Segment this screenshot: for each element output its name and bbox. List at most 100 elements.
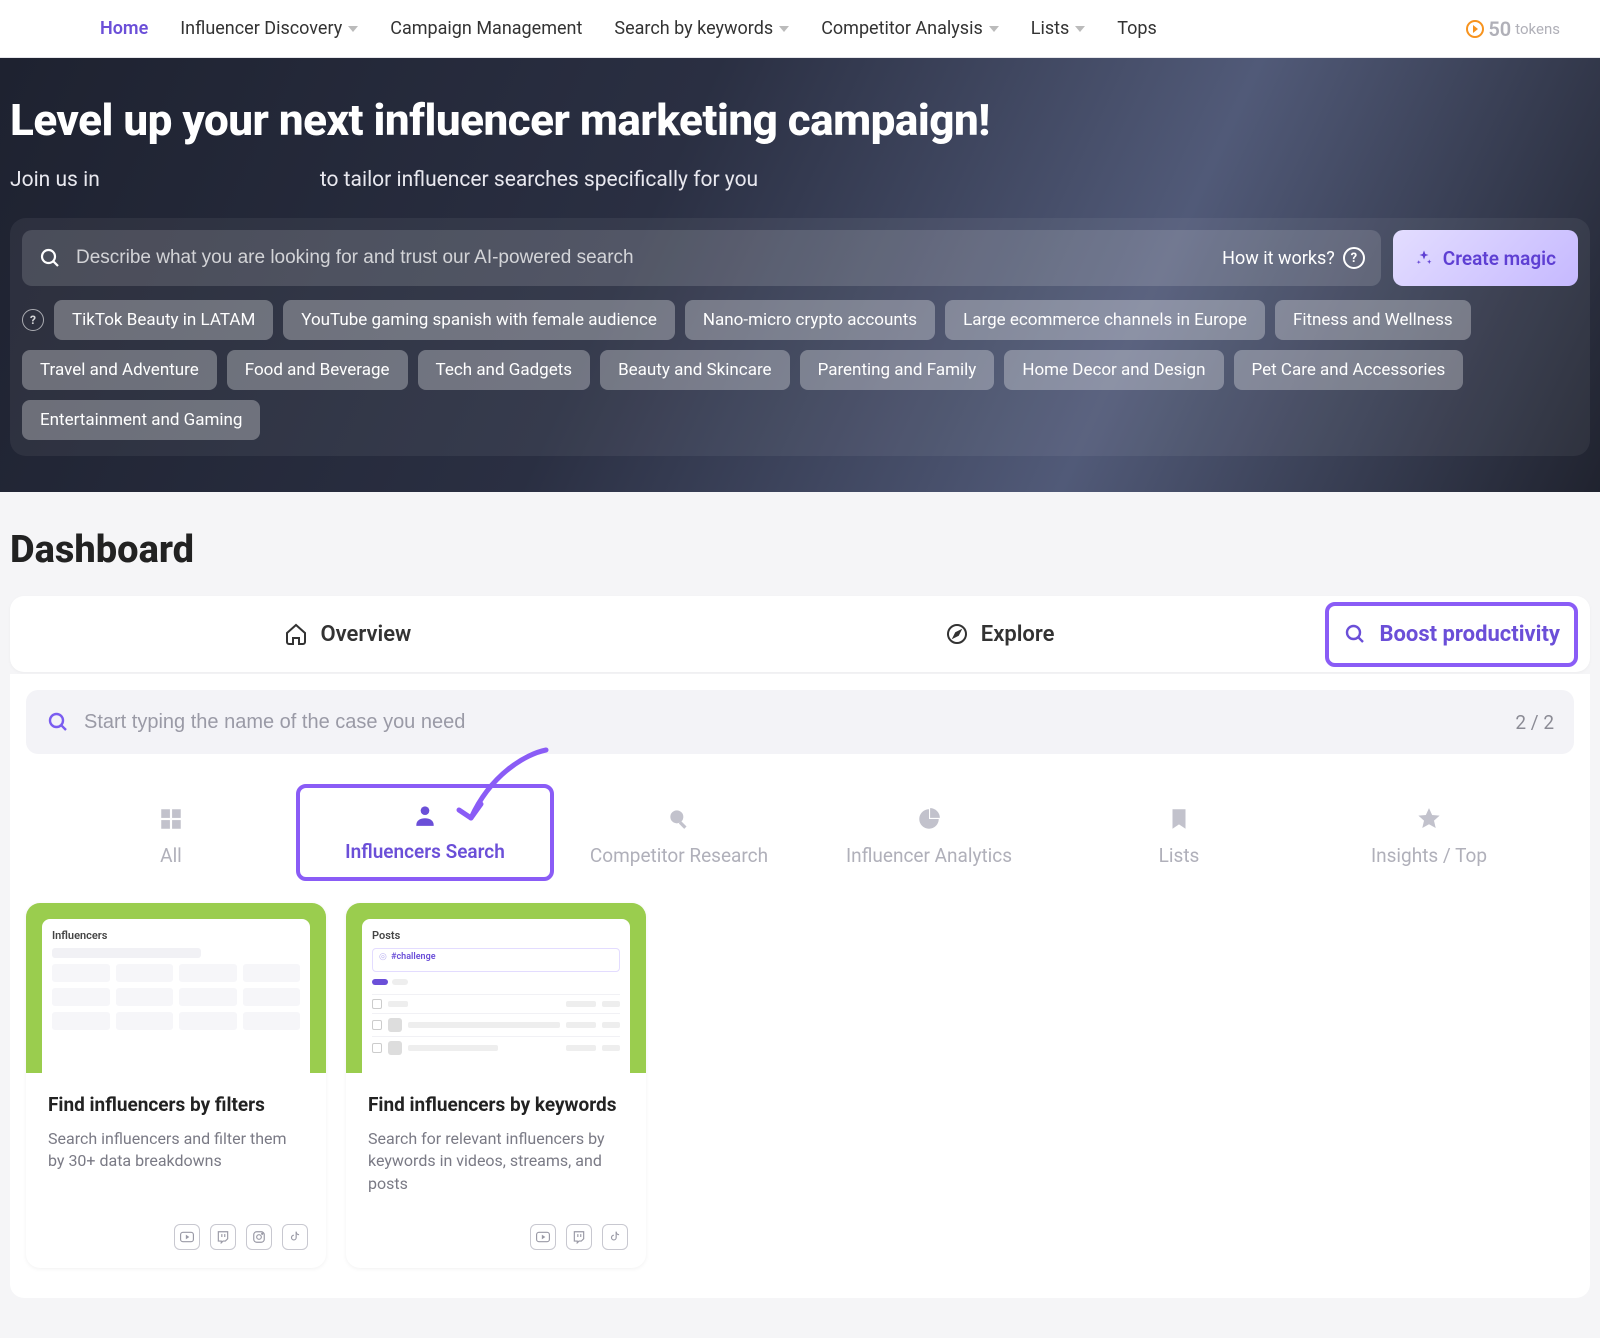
chip[interactable]: Entertainment and Gaming <box>22 400 260 440</box>
case-search-box[interactable]: 2 / 2 <box>26 690 1574 754</box>
card-platforms <box>26 1218 326 1268</box>
category-label: All <box>160 844 182 867</box>
cards-row: Influencers Find influencers by filters … <box>26 903 1574 1268</box>
hero-subtitle: Join us in to tailor influencer searches… <box>10 168 1590 192</box>
how-it-works-label: How it works? <box>1222 248 1335 269</box>
category-row: All Influencers Search Competitor Resear… <box>26 768 1574 891</box>
compass-icon <box>945 622 969 646</box>
category-label: Influencers Search <box>345 840 505 863</box>
card-desc: Search for relevant influencers by keywo… <box>368 1128 624 1200</box>
chip[interactable]: Nano-micro crypto accounts <box>685 300 935 340</box>
youtube-icon <box>174 1224 200 1250</box>
category-influencer-analytics[interactable]: Influencer Analytics <box>804 792 1054 881</box>
category-insights-top[interactable]: Insights / Top <box>1304 792 1554 881</box>
nav-search-keywords[interactable]: Search by keywords <box>614 18 789 39</box>
nav-influencer-discovery[interactable]: Influencer Discovery <box>180 18 358 39</box>
tab-label: Explore <box>981 622 1055 647</box>
help-icon: ? <box>1343 247 1365 269</box>
search-icon <box>38 246 62 270</box>
hero-title: Level up your next influencer marketing … <box>10 94 1590 146</box>
dashboard-tabbar: Overview Explore Boost productivity <box>10 596 1590 672</box>
case-count: 2 / 2 <box>1515 711 1554 734</box>
tokens-count: 50 <box>1488 17 1511 41</box>
bookmark-icon <box>1166 806 1192 832</box>
nav-competitor-analysis[interactable]: Competitor Analysis <box>821 18 999 39</box>
chip[interactable]: Large ecommerce channels in Europe <box>945 300 1265 340</box>
chip[interactable]: YouTube gaming spanish with female audie… <box>283 300 675 340</box>
case-search-input[interactable] <box>84 711 1501 734</box>
hero: Level up your next influencer marketing … <box>0 58 1600 492</box>
productivity-panel: 2 / 2 All Influencers Search Competitor … <box>10 674 1590 1298</box>
home-icon <box>284 622 308 646</box>
chip[interactable]: Home Decor and Design <box>1004 350 1223 390</box>
hero-sub-right: to tailor influencer searches specifical… <box>320 168 758 192</box>
tab-label: Overview <box>320 622 411 647</box>
chip[interactable]: Pet Care and Accessories <box>1234 350 1464 390</box>
category-competitor-research[interactable]: Competitor Research <box>554 792 804 881</box>
category-label: Lists <box>1159 844 1200 867</box>
tab-overview[interactable]: Overview <box>22 622 674 647</box>
nav-label: Home <box>100 18 148 39</box>
tokens-label: tokens <box>1515 20 1560 38</box>
thumb-heading: Posts <box>372 929 620 942</box>
token-icon <box>1466 20 1484 38</box>
create-magic-button[interactable]: Create magic <box>1393 230 1578 286</box>
chevron-down-icon <box>989 26 999 32</box>
nav-label: Lists <box>1031 18 1070 39</box>
twitch-icon <box>566 1224 592 1250</box>
nav-links: Home Influencer Discovery Campaign Manag… <box>100 18 1157 39</box>
chips-help-icon[interactable]: ? <box>22 309 44 331</box>
category-influencers-search[interactable]: Influencers Search <box>296 784 554 881</box>
category-lists[interactable]: Lists <box>1054 792 1304 881</box>
chip[interactable]: Food and Beverage <box>227 350 408 390</box>
chip[interactable]: Fitness and Wellness <box>1275 300 1471 340</box>
chip[interactable]: Parenting and Family <box>800 350 995 390</box>
search-icon <box>1343 622 1367 646</box>
chip[interactable]: Beauty and Skincare <box>600 350 789 390</box>
ai-search-input[interactable] <box>76 247 1208 269</box>
chevron-down-icon <box>1075 26 1085 32</box>
chevron-down-icon <box>348 26 358 32</box>
chip-row: ? TikTok Beauty in LATAM YouTube gaming … <box>22 300 1578 440</box>
tab-explore[interactable]: Explore <box>674 622 1326 647</box>
nav-label: Influencer Discovery <box>180 18 342 39</box>
tiktok-icon <box>282 1224 308 1250</box>
search-icon <box>46 710 70 734</box>
card-thumb: Posts ◎ #challenge <box>346 903 646 1073</box>
chip[interactable]: Travel and Adventure <box>22 350 217 390</box>
hero-search-wrap: How it works? ? Create magic ? TikTok Be… <box>10 218 1590 456</box>
sparkle-icon <box>1415 249 1433 267</box>
card-title: Find influencers by keywords <box>368 1093 624 1116</box>
tab-boost-productivity[interactable]: Boost productivity <box>1325 602 1578 667</box>
search-icon <box>666 806 692 832</box>
chip[interactable]: Tech and Gadgets <box>418 350 591 390</box>
nav-home[interactable]: Home <box>100 18 148 39</box>
dashboard-title: Dashboard <box>10 528 1590 572</box>
card-platforms <box>346 1218 646 1268</box>
category-all[interactable]: All <box>46 792 296 881</box>
category-label: Insights / Top <box>1371 844 1487 867</box>
nav-tops[interactable]: Tops <box>1117 18 1157 39</box>
nav-label: Tops <box>1117 18 1157 39</box>
category-label: Competitor Research <box>590 844 768 867</box>
nav-campaign-management[interactable]: Campaign Management <box>390 18 582 39</box>
card-title: Find influencers by filters <box>48 1093 304 1116</box>
pie-icon <box>916 806 942 832</box>
thumb-heading: Influencers <box>52 929 300 942</box>
tokens-indicator[interactable]: 50 tokens <box>1466 17 1560 41</box>
boost-highlight: Boost productivity <box>1325 602 1578 667</box>
dashboard: Dashboard Overview Explore Boost product… <box>0 492 1600 1338</box>
tiktok-icon <box>602 1224 628 1250</box>
card-thumb: Influencers <box>26 903 326 1073</box>
case-card-keywords[interactable]: Posts ◎ #challenge Find i <box>346 903 646 1268</box>
twitch-icon <box>210 1224 236 1250</box>
case-card-filters[interactable]: Influencers Find influencers by filters … <box>26 903 326 1268</box>
instagram-icon <box>246 1224 272 1250</box>
nav-lists[interactable]: Lists <box>1031 18 1086 39</box>
person-icon <box>412 802 438 828</box>
how-it-works-link[interactable]: How it works? ? <box>1222 247 1365 269</box>
ai-search-box[interactable]: How it works? ? <box>22 230 1381 286</box>
chip[interactable]: TikTok Beauty in LATAM <box>54 300 273 340</box>
star-icon <box>1416 806 1442 832</box>
nav-label: Competitor Analysis <box>821 18 983 39</box>
